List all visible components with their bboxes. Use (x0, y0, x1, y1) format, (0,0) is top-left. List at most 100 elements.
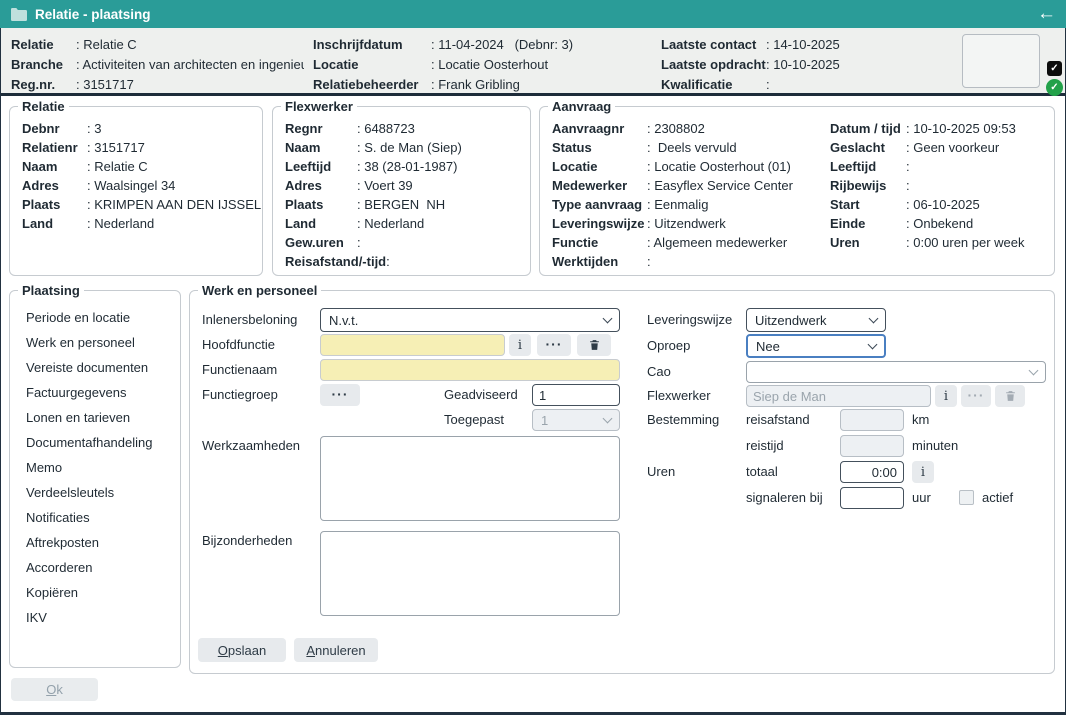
actief-checkbox[interactable] (959, 490, 974, 505)
info-column-registration: Inschrijfdatum: 11-04-2024 (Debnr: 3) Lo… (313, 34, 573, 94)
field-label: Naam (22, 157, 87, 176)
flexwerker-browse-button: ··· (961, 385, 991, 407)
field-value: : Waalsingel 34 (87, 176, 175, 195)
field-value: : S. de Man (Siep) (357, 138, 462, 157)
field-label: Reisafstand/-tijd (285, 252, 386, 271)
relatie-panel: Relatie Debnr: 3 Relatienr: 3151717 Naam… (9, 106, 263, 276)
geadviseerd-label: Geadviseerd (444, 384, 518, 406)
field-value: : 11-04-2024 (Debnr: 3) (431, 37, 573, 52)
opslaan-button[interactable]: Opslaan (198, 638, 286, 662)
info-column-relation: Relatie: Relatie C Branche: Activiteiten… (11, 34, 306, 94)
field-value: : Onbekend (906, 214, 973, 233)
cao-select[interactable] (746, 361, 1046, 383)
functienaam-input[interactable] (320, 359, 620, 381)
sidebar-item-factuurgegevens[interactable]: Factuurgegevens (26, 380, 180, 405)
oproep-label: Oproep (647, 334, 690, 358)
totaal-info-button[interactable]: i (912, 461, 934, 483)
field-value: : Easyflex Service Center (647, 176, 793, 195)
field-label: Regnr (285, 119, 357, 138)
status-ok-icon: ✓ (1046, 79, 1063, 96)
field-value: : Locatie Oosterhout (431, 57, 548, 72)
signaleren-bij-input[interactable] (840, 487, 904, 509)
hoofdfunctie-info-button[interactable]: i (509, 334, 531, 356)
field-label: Werktijden (552, 252, 647, 271)
field-label: Leeftijd (830, 157, 906, 176)
info-icon: i (944, 389, 948, 404)
sidebar-item-documentafhandeling[interactable]: Documentafhandeling (26, 430, 180, 455)
sidebar-item-periode-en-locatie[interactable]: Periode en locatie (26, 305, 180, 330)
field-value: : (647, 252, 651, 271)
field-label: Locatie (552, 157, 647, 176)
functiegroep-label: Functiegroep (202, 384, 278, 406)
functiegroep-browse-button[interactable]: ··· (320, 384, 360, 406)
trash-icon (588, 338, 601, 352)
field-label: Adres (285, 176, 357, 195)
field-label: Geslacht (830, 138, 906, 157)
bijzonderheden-textarea[interactable] (320, 531, 620, 616)
field-label: Relatienr (22, 138, 87, 157)
sidebar-item-ikv[interactable]: IKV (26, 605, 180, 630)
field-value: : Locatie Oosterhout (01) (647, 157, 791, 176)
hoofdfunctie-delete-button[interactable] (577, 334, 611, 356)
hoofdfunctie-browse-button[interactable]: ··· (537, 334, 571, 356)
ok-button[interactable]: Ok (11, 678, 98, 701)
field-label: Medewerker (552, 176, 647, 195)
back-arrow-button[interactable]: ← (1037, 0, 1056, 28)
sidebar-item-aftrekposten[interactable]: Aftrekposten (26, 530, 180, 555)
sidebar-item-kopieren[interactable]: Kopiëren (26, 580, 180, 605)
ellipsis-icon: ··· (546, 336, 563, 352)
toegepast-label: Toegepast (444, 409, 504, 431)
oproep-value: Nee (756, 339, 780, 354)
inlenersbeloning-label: Inlenersbeloning (202, 308, 297, 332)
reistijd-unit: minuten (912, 435, 958, 457)
field-label: Relatie (11, 37, 76, 52)
signaleren-bij-label: signaleren bij (746, 487, 823, 509)
sidebar-item-lonen-en-tarieven[interactable]: Lonen en tarieven (26, 405, 180, 430)
field-label: Plaats (22, 195, 87, 214)
werkzaamheden-label: Werkzaamheden (202, 438, 300, 453)
leveringswijze-select[interactable]: Uitzendwerk (746, 308, 886, 332)
app-window: Relatie - plaatsing ← Relatie: Relatie C… (0, 0, 1066, 715)
sidebar-item-notificaties[interactable]: Notificaties (26, 505, 180, 530)
sidebar-item-accorderen[interactable]: Accorderen (26, 555, 180, 580)
field-label: Branche (11, 57, 76, 72)
oproep-select[interactable]: Nee (746, 334, 886, 358)
panel-legend: Relatie (18, 99, 69, 114)
chevron-down-icon (603, 413, 613, 423)
hoofdfunctie-input[interactable] (320, 334, 505, 356)
inlenersbeloning-value: N.v.t. (329, 313, 358, 328)
functienaam-label: Functienaam (202, 359, 277, 381)
chevron-down-icon (1029, 365, 1039, 375)
field-value: : BERGEN NH (357, 195, 445, 214)
field-value: : KRIMPEN AAN DEN IJSSEL (87, 195, 261, 214)
sidebar-item-verdeelsleutels[interactable]: Verdeelsleutels (26, 480, 180, 505)
opslaan-label: Opslaan (218, 643, 266, 658)
aanvraag-panel: Aanvraag Aanvraagnr: 2308802 Status: Dee… (539, 106, 1055, 276)
sidebar-item-memo[interactable]: Memo (26, 455, 180, 480)
field-value: : Deels vervuld (647, 138, 737, 157)
toegepast-select: 1 (532, 409, 620, 431)
annuleren-button[interactable]: Annuleren (294, 638, 378, 662)
chevron-down-icon (869, 313, 879, 323)
flexwerker-label: Flexwerker (647, 385, 711, 407)
field-label: Aanvraagnr (552, 119, 647, 138)
field-value: : (386, 252, 390, 271)
field-label: Status (552, 138, 647, 157)
leveringswijze-value: Uitzendwerk (755, 313, 827, 328)
field-label: Plaats (285, 195, 357, 214)
info-column-contact: Laatste contact: 14-10-2025 Laatste opdr… (661, 34, 840, 94)
werkzaamheden-textarea[interactable] (320, 436, 620, 521)
ellipsis-icon: ··· (968, 387, 985, 403)
field-label: Datum / tijd (830, 119, 906, 138)
field-value: : 14-10-2025 (766, 37, 840, 52)
field-label: Rijbewijs (830, 176, 906, 195)
flexwerker-info-button[interactable]: i (935, 385, 957, 407)
toegepast-value: 1 (541, 413, 548, 428)
totaal-input[interactable] (840, 461, 904, 483)
sidebar-item-vereiste-documenten[interactable]: Vereiste documenten (26, 355, 180, 380)
bijzonderheden-label: Bijzonderheden (202, 533, 292, 548)
inlenersbeloning-select[interactable]: N.v.t. (320, 308, 620, 332)
sidebar-item-werk-en-personeel[interactable]: Werk en personeel (26, 330, 180, 355)
field-label: Leeftijd (285, 157, 357, 176)
geadviseerd-input[interactable] (532, 384, 620, 406)
